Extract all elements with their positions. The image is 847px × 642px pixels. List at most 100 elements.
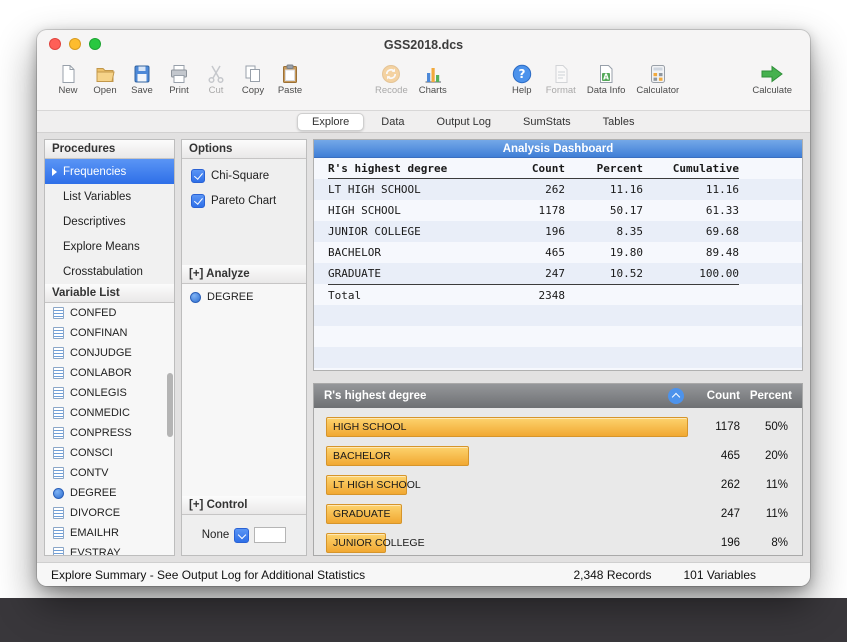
variable-item[interactable]: CONLABOR — [45, 363, 174, 383]
cut-button[interactable]: Cut — [199, 61, 233, 98]
tab-data[interactable]: Data — [366, 113, 419, 131]
control-value-box[interactable] — [254, 527, 286, 543]
variable-label: CONLEGIS — [70, 387, 127, 399]
variable-list-scrollbar[interactable] — [167, 373, 173, 437]
tab-output-log[interactable]: Output Log — [422, 113, 506, 131]
toolbar-label: Paste — [278, 85, 302, 96]
procedure-item-descriptives[interactable]: Descriptives — [45, 209, 174, 234]
help-button[interactable]: ? Help — [505, 61, 539, 98]
recode-refresh-icon — [378, 63, 404, 84]
print-button[interactable]: Print — [162, 61, 196, 98]
sort-ascending-toggle-icon[interactable] — [668, 388, 684, 404]
variable-item[interactable]: CONLEGIS — [45, 383, 174, 403]
control-dropdown-button[interactable] — [234, 528, 249, 543]
empty-cell — [643, 285, 739, 306]
window-title: GSS2018.dcs — [37, 30, 810, 58]
tab-sumstats[interactable]: SumStats — [508, 113, 586, 131]
variable-label: CONMEDIC — [70, 407, 130, 419]
procedure-item-frequencies[interactable]: Frequencies — [45, 159, 174, 184]
variable-item[interactable]: EVSTRAY — [45, 543, 174, 555]
toolbar-label: Print — [169, 85, 189, 96]
bar-count: 465 — [696, 450, 740, 462]
copy-button[interactable]: Copy — [236, 61, 270, 98]
tab-tables[interactable]: Tables — [588, 113, 650, 131]
pareto-bar: BACHELOR — [326, 446, 469, 466]
row-cumulative: 61.33 — [643, 200, 739, 221]
clipboard-paste-icon — [277, 63, 303, 84]
chart-count-column-header: Count — [696, 390, 740, 402]
analyze-variable-dot-icon — [190, 292, 201, 303]
row-cumulative: 89.48 — [643, 242, 739, 263]
row-cumulative: 11.16 — [643, 179, 739, 200]
variable-label: DIVORCE — [70, 507, 120, 519]
variable-sheet-icon — [53, 367, 64, 379]
analyze-body: DEGREE — [182, 284, 306, 496]
variable-item[interactable]: EMAILHR — [45, 523, 174, 543]
title-bar[interactable]: GSS2018.dcs — [37, 30, 810, 58]
variable-item[interactable]: CONMEDIC — [45, 403, 174, 423]
variable-item[interactable]: CONPRESS — [45, 423, 174, 443]
row-count: 262 — [499, 179, 565, 200]
scissors-icon — [203, 63, 229, 84]
variable-sheet-icon — [53, 547, 64, 555]
printer-icon — [166, 63, 192, 84]
empty-cell — [565, 285, 643, 306]
paste-button[interactable]: Paste — [273, 61, 307, 98]
data-info-button[interactable]: A Data Info — [583, 61, 630, 98]
bar-count: 262 — [696, 479, 740, 491]
variable-label: EMAILHR — [70, 527, 119, 539]
row-count: 196 — [499, 221, 565, 242]
open-button[interactable]: Open — [88, 61, 122, 98]
control-body: None — [182, 515, 306, 555]
variable-item[interactable]: CONTV — [45, 463, 174, 483]
total-label: Total — [328, 285, 499, 306]
variable-label: DEGREE — [70, 487, 116, 499]
save-floppy-icon — [129, 63, 155, 84]
pareto-chart-option[interactable]: Pareto Chart — [191, 194, 297, 208]
toolbar-label: Cut — [209, 85, 224, 96]
variable-item[interactable]: DIVORCE — [45, 503, 174, 523]
variable-sheet-icon — [53, 327, 64, 339]
table-row: LT HIGH SCHOOL 262 11.16 11.16 — [328, 179, 739, 200]
variable-label: CONLABOR — [70, 367, 132, 379]
pareto-bar: LT HIGH SCHOOL — [326, 475, 407, 495]
chart-body: HIGH SCHOOL 1178 50% BACHELOR 465 20% — [314, 408, 802, 555]
chi-square-option[interactable]: Chi-Square — [191, 169, 297, 183]
procedure-item-explore-means[interactable]: Explore Means — [45, 234, 174, 259]
variable-item[interactable]: CONFED — [45, 303, 174, 323]
calculator-button[interactable]: Calculator — [632, 61, 683, 98]
row-label: HIGH SCHOOL — [328, 200, 499, 221]
row-count: 465 — [499, 242, 565, 263]
variable-sheet-icon — [53, 387, 64, 399]
procedure-item-crosstabulation[interactable]: Crosstabulation — [45, 259, 174, 284]
row-count: 1178 — [499, 200, 565, 221]
bar-percent: 50% — [740, 421, 788, 433]
bar-track: LT HIGH SCHOOL — [326, 475, 688, 495]
chart-row: LT HIGH SCHOOL 262 11% — [314, 470, 802, 499]
file-toolbar-group: New Open Save Print Cut Copy — [51, 61, 307, 98]
content-area: Procedures Frequencies List Variables De… — [37, 133, 810, 562]
calculate-button[interactable]: Calculate — [748, 61, 796, 98]
format-button[interactable]: Format — [542, 61, 580, 98]
variable-item[interactable]: CONSCI — [45, 443, 174, 463]
data-toolbar-group: Recode Charts — [371, 61, 451, 98]
pareto-chart-checkbox[interactable] — [191, 194, 205, 208]
bar-label: JUNIOR COLLEGE — [333, 537, 425, 549]
procedure-item-list-variables[interactable]: List Variables — [45, 184, 174, 209]
variable-item[interactable]: CONJUDGE — [45, 343, 174, 363]
tab-explore[interactable]: Explore — [297, 113, 364, 131]
variable-item-selected[interactable]: DEGREE — [45, 483, 174, 503]
control-header: [+] Control — [182, 496, 306, 515]
new-button[interactable]: New — [51, 61, 85, 98]
table-header-percent: Percent — [565, 158, 643, 179]
chi-square-checkbox[interactable] — [191, 169, 205, 183]
save-button[interactable]: Save — [125, 61, 159, 98]
bar-percent: 11% — [740, 479, 788, 491]
variable-item[interactable]: CONFINAN — [45, 323, 174, 343]
analyze-variable-item[interactable]: DEGREE — [190, 291, 298, 303]
recode-button[interactable]: Recode — [371, 61, 412, 98]
chart-row: HIGH SCHOOL 1178 50% — [314, 412, 802, 441]
charts-button[interactable]: Charts — [415, 61, 451, 98]
total-count: 2348 — [499, 285, 565, 306]
toolbar-label: Help — [512, 85, 532, 96]
